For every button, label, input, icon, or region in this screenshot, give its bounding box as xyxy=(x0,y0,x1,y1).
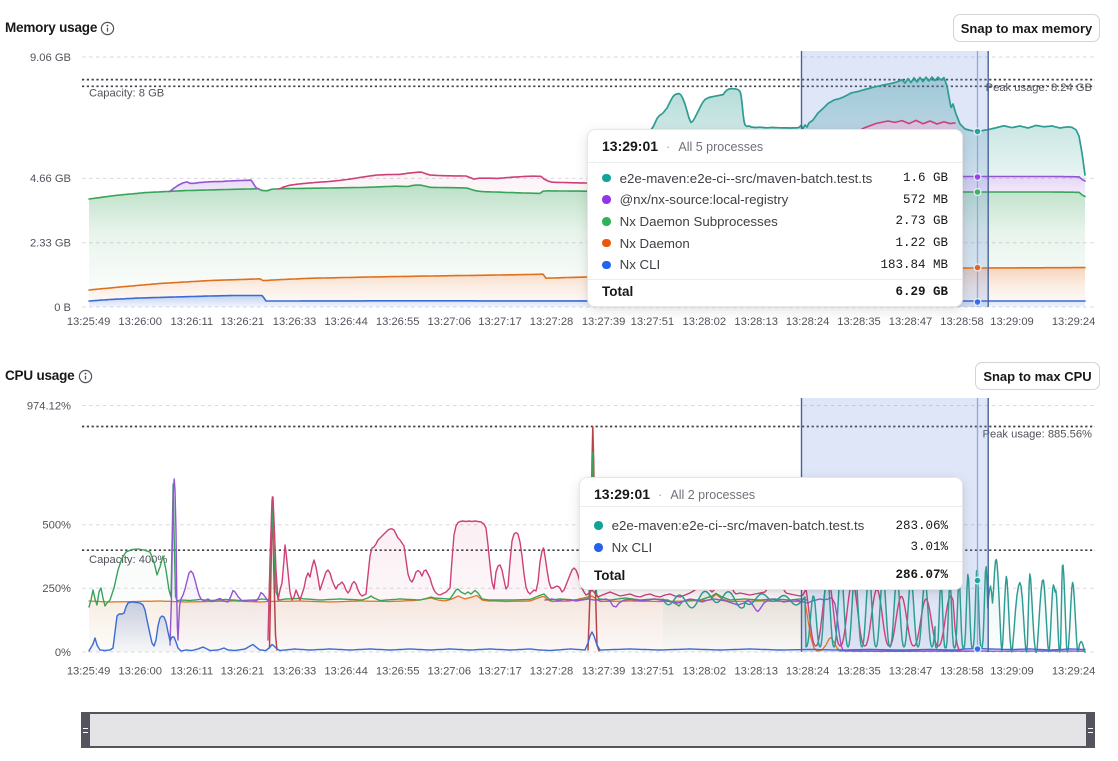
svg-text:13:28:35: 13:28:35 xyxy=(837,666,881,678)
svg-text:13:25:49: 13:25:49 xyxy=(67,316,111,328)
svg-text:Capacity: 8 GB: Capacity: 8 GB xyxy=(89,88,164,100)
svg-text:13:28:47: 13:28:47 xyxy=(889,666,933,678)
svg-text:13:28:02: 13:28:02 xyxy=(683,316,727,328)
svg-text:13:28:02: 13:28:02 xyxy=(683,666,727,678)
svg-text:Capacity: 400%: Capacity: 400% xyxy=(89,554,167,566)
svg-text:13:26:21: 13:26:21 xyxy=(221,316,265,328)
svg-text:13:27:28: 13:27:28 xyxy=(530,666,574,678)
svg-text:13:27:39: 13:27:39 xyxy=(582,666,626,678)
svg-text:13:27:28: 13:27:28 xyxy=(530,316,574,328)
svg-text:13:28:13: 13:28:13 xyxy=(734,666,778,678)
svg-text:250%: 250% xyxy=(42,583,71,595)
svg-text:13:26:44: 13:26:44 xyxy=(324,316,368,328)
svg-text:13:26:11: 13:26:11 xyxy=(170,316,213,328)
svg-text:13:28:47: 13:28:47 xyxy=(889,316,933,328)
svg-text:13:27:17: 13:27:17 xyxy=(478,316,522,328)
svg-text:13:26:11: 13:26:11 xyxy=(170,666,213,678)
svg-text:13:26:55: 13:26:55 xyxy=(376,316,420,328)
svg-text:13:27:17: 13:27:17 xyxy=(478,666,522,678)
svg-text:13:27:06: 13:27:06 xyxy=(428,316,472,328)
svg-text:13:29:24: 13:29:24 xyxy=(1052,316,1096,328)
svg-text:4.66 GB: 4.66 GB xyxy=(30,173,71,185)
svg-text:13:27:06: 13:27:06 xyxy=(428,666,472,678)
svg-text:13:28:35: 13:28:35 xyxy=(837,316,881,328)
svg-text:13:26:33: 13:26:33 xyxy=(273,666,317,678)
svg-text:13:28:13: 13:28:13 xyxy=(734,316,778,328)
svg-text:13:26:21: 13:26:21 xyxy=(221,666,265,678)
svg-text:13:26:55: 13:26:55 xyxy=(376,666,420,678)
svg-text:13:26:00: 13:26:00 xyxy=(118,316,162,328)
svg-text:13:26:33: 13:26:33 xyxy=(273,316,317,328)
svg-text:13:28:24: 13:28:24 xyxy=(786,316,830,328)
svg-text:13:29:09: 13:29:09 xyxy=(990,666,1034,678)
svg-text:13:28:58: 13:28:58 xyxy=(940,316,984,328)
svg-text:Peak usage: 885.56%: Peak usage: 885.56% xyxy=(983,429,1093,441)
svg-text:13:27:51: 13:27:51 xyxy=(631,666,675,678)
svg-text:Peak usage: 8.24 GB: Peak usage: 8.24 GB xyxy=(986,82,1092,94)
svg-text:0 B: 0 B xyxy=(54,302,71,314)
svg-text:13:28:58: 13:28:58 xyxy=(940,666,984,678)
svg-text:974.12%: 974.12% xyxy=(27,400,71,412)
svg-text:13:26:00: 13:26:00 xyxy=(118,666,162,678)
svg-text:13:29:24: 13:29:24 xyxy=(1052,666,1096,678)
svg-text:13:27:51: 13:27:51 xyxy=(631,316,675,328)
svg-text:13:25:49: 13:25:49 xyxy=(67,666,111,678)
svg-text:0%: 0% xyxy=(55,647,71,659)
svg-text:13:28:24: 13:28:24 xyxy=(786,666,830,678)
svg-text:9.06 GB: 9.06 GB xyxy=(30,52,71,64)
svg-text:500%: 500% xyxy=(42,520,71,532)
svg-text:13:29:09: 13:29:09 xyxy=(990,316,1034,328)
svg-text:2.33 GB: 2.33 GB xyxy=(30,238,71,250)
svg-text:13:27:39: 13:27:39 xyxy=(582,316,626,328)
svg-text:13:26:44: 13:26:44 xyxy=(324,666,368,678)
